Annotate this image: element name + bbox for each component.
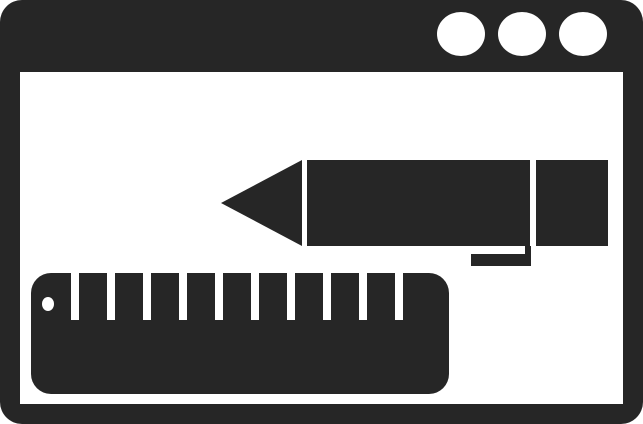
ruler-tick (71, 272, 79, 320)
ruler-tick (179, 272, 187, 320)
ruler-tick (251, 272, 259, 320)
ruler-body (31, 273, 449, 394)
window-with-pencil-and-ruler-icon (0, 0, 643, 424)
pencil-body (307, 160, 530, 246)
ruler-hole (42, 297, 54, 311)
ruler-tick (323, 272, 331, 320)
ruler-tick (143, 272, 151, 320)
window-control-icon (498, 12, 546, 56)
ruler-tick (107, 272, 115, 320)
ruler-tick (359, 272, 367, 320)
ruler-tick (215, 272, 223, 320)
window-control-icon (437, 12, 485, 56)
pencil-cap (536, 160, 608, 246)
ruler-tick (395, 272, 403, 320)
ruler-tick (287, 272, 295, 320)
window-controls (437, 12, 607, 56)
ruler-icon (31, 272, 449, 394)
window-control-icon (559, 12, 607, 56)
